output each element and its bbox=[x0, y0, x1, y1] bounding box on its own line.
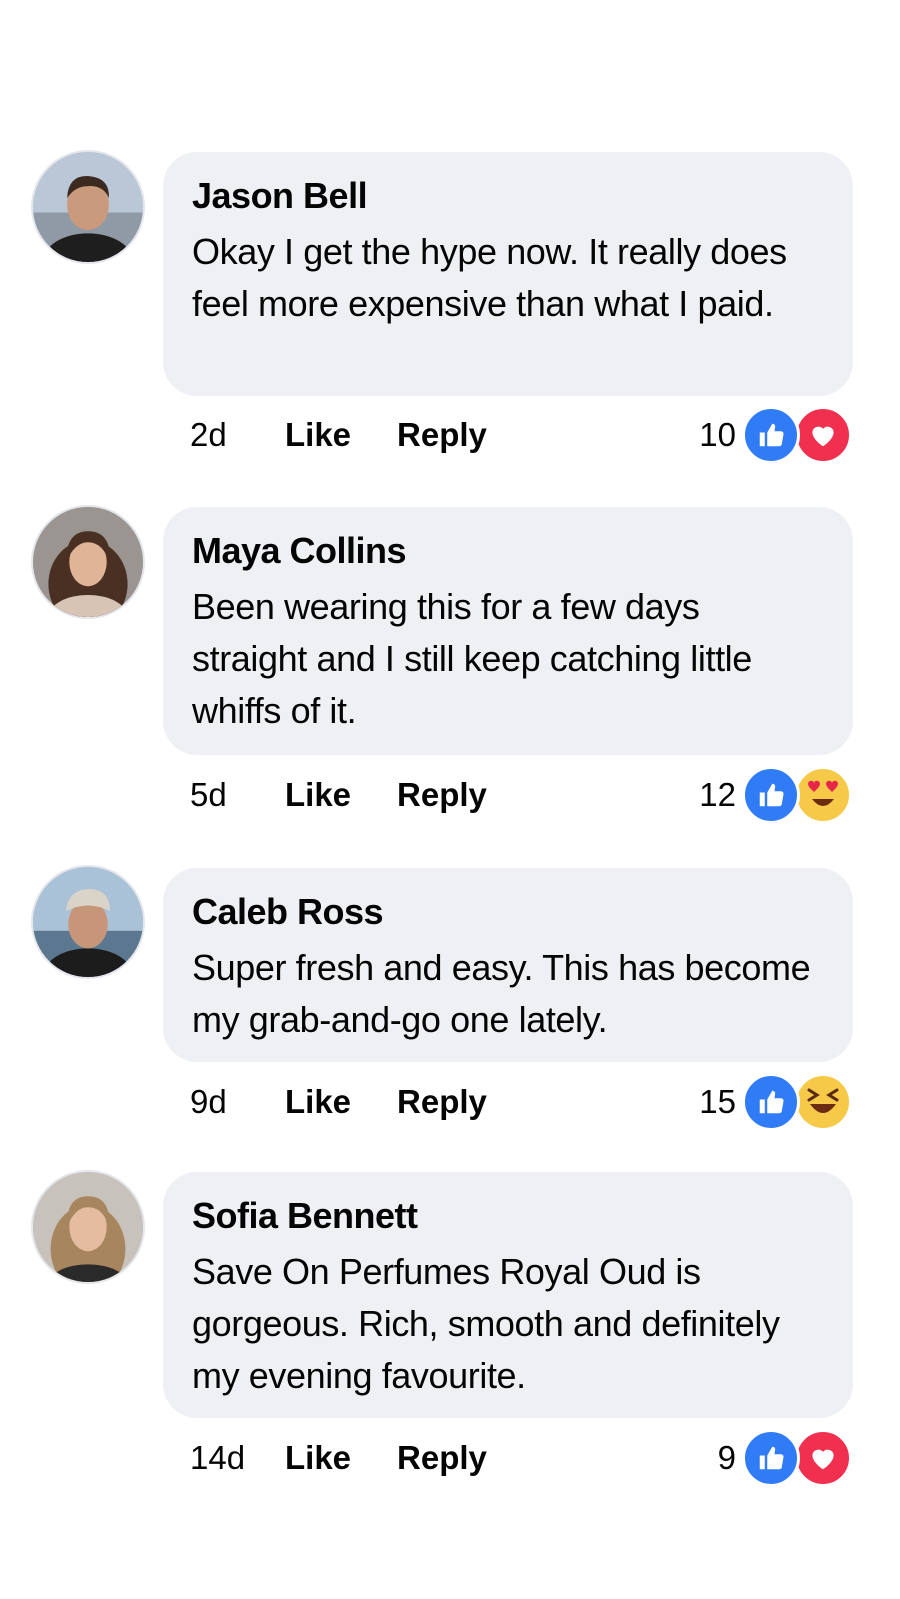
heart-icon bbox=[794, 406, 852, 464]
reaction-count: 12 bbox=[699, 776, 736, 813]
heart-icon bbox=[794, 1429, 852, 1487]
reaction-summary[interactable]: 12 bbox=[699, 766, 852, 824]
comment-author[interactable]: Jason Bell bbox=[192, 174, 823, 218]
comment-bubble: Sofia Bennett Save On Perfumes Royal Oud… bbox=[163, 1172, 853, 1418]
comment-time[interactable]: 14d bbox=[190, 1439, 285, 1477]
like-button[interactable]: Like bbox=[285, 1083, 351, 1121]
avatar-photo bbox=[33, 507, 143, 617]
comment-text: Okay I get the hype now. It really does … bbox=[192, 231, 787, 324]
comment-author[interactable]: Maya Collins bbox=[192, 529, 823, 573]
reply-button[interactable]: Reply bbox=[397, 1439, 487, 1477]
like-button[interactable]: Like bbox=[285, 1439, 351, 1477]
like-icon bbox=[742, 1429, 800, 1487]
comment-text: Super fresh and easy. This has become my… bbox=[192, 947, 811, 1040]
comment-meta: 9d Like Reply 15 bbox=[190, 1072, 852, 1132]
avatar-maya-collins[interactable] bbox=[31, 505, 145, 619]
laughing-icon bbox=[794, 1073, 852, 1131]
avatar-jason-bell[interactable] bbox=[31, 150, 145, 264]
reaction-summary[interactable]: 10 bbox=[699, 406, 852, 464]
avatar-photo bbox=[33, 867, 143, 977]
comment-time[interactable]: 2d bbox=[190, 416, 285, 454]
comment-time[interactable]: 5d bbox=[190, 776, 285, 814]
comment-bubble: Caleb Ross Super fresh and easy. This ha… bbox=[163, 868, 853, 1062]
reaction-summary[interactable]: 9 bbox=[718, 1429, 852, 1487]
reply-button[interactable]: Reply bbox=[397, 1083, 487, 1121]
avatar-sofia-bennett[interactable] bbox=[31, 1170, 145, 1284]
reaction-summary[interactable]: 15 bbox=[699, 1073, 852, 1131]
like-icon bbox=[742, 1073, 800, 1131]
comment-text: Save On Perfumes Royal Oud is gorgeous. … bbox=[192, 1251, 780, 1396]
like-icon bbox=[742, 406, 800, 464]
reply-button[interactable]: Reply bbox=[397, 416, 487, 454]
reply-button[interactable]: Reply bbox=[397, 776, 487, 814]
comment-bubble: Maya Collins Been wearing this for a few… bbox=[163, 507, 853, 755]
like-icon bbox=[742, 766, 800, 824]
comment-meta: 5d Like Reply 12 bbox=[190, 765, 852, 825]
heart-eyes-icon bbox=[794, 766, 852, 824]
comment-meta: 2d Like Reply 10 bbox=[190, 405, 852, 465]
avatar-photo bbox=[33, 1172, 143, 1282]
reaction-count: 10 bbox=[699, 416, 736, 453]
reaction-count: 9 bbox=[717, 1439, 736, 1476]
comment-time[interactable]: 9d bbox=[190, 1083, 285, 1121]
comment-meta: 14d Like Reply 9 bbox=[190, 1428, 852, 1488]
comment-bubble: Jason Bell Okay I get the hype now. It r… bbox=[163, 152, 853, 396]
comment-author[interactable]: Sofia Bennett bbox=[192, 1194, 823, 1238]
like-button[interactable]: Like bbox=[285, 416, 351, 454]
comment-text: Been wearing this for a few days straigh… bbox=[192, 586, 752, 731]
comment-author[interactable]: Caleb Ross bbox=[192, 890, 823, 934]
like-button[interactable]: Like bbox=[285, 776, 351, 814]
avatar-caleb-ross[interactable] bbox=[31, 865, 145, 979]
avatar-photo bbox=[33, 152, 143, 262]
reaction-count: 15 bbox=[699, 1083, 736, 1120]
